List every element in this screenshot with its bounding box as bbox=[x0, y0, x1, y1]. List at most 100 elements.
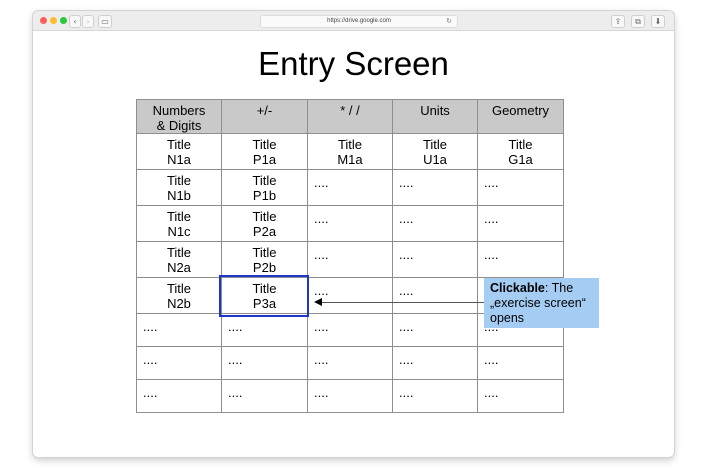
tabs-icon[interactable]: ⧉ bbox=[631, 15, 645, 28]
cell-text: .... bbox=[314, 319, 329, 334]
cell-text: .... bbox=[399, 175, 414, 190]
exercise-title-cell[interactable]: Title N2a bbox=[136, 241, 222, 278]
cell-text: N1c bbox=[167, 224, 191, 239]
cell-text: .... bbox=[484, 211, 499, 226]
minimize-window-button[interactable] bbox=[50, 17, 57, 24]
cell-text: G1a bbox=[508, 152, 533, 167]
table-cell: .... bbox=[392, 169, 478, 206]
cell-text: N1b bbox=[167, 188, 191, 203]
cell-text: .... bbox=[143, 385, 158, 400]
cell-text: Title bbox=[166, 209, 192, 224]
cell-text: .... bbox=[314, 175, 329, 190]
cell-text: P1b bbox=[252, 188, 277, 203]
selected-cell-highlight[interactable] bbox=[219, 275, 309, 317]
column-header: Units bbox=[392, 99, 478, 134]
cell-text: M1a bbox=[337, 152, 363, 167]
table-cell: .... bbox=[307, 313, 393, 347]
cell-text: .... bbox=[314, 352, 329, 367]
table-row: Title N2a Title P2b............ bbox=[136, 241, 564, 278]
share-icon[interactable]: ⇪ bbox=[611, 15, 625, 28]
column-header: * / / bbox=[307, 99, 393, 134]
table-row: .................... bbox=[136, 379, 564, 413]
download-icon[interactable]: ⬇ bbox=[651, 15, 665, 28]
table-row: Title N1a Title P1a Title M1a Title U1a Title G1a bbox=[136, 133, 564, 170]
column-header-label: Units bbox=[420, 103, 450, 118]
close-window-button[interactable] bbox=[40, 17, 47, 24]
table-cell: .... bbox=[392, 277, 478, 314]
cell-text: .... bbox=[314, 283, 329, 298]
callout-note: Clickable: The „exercise screen“ opens bbox=[484, 278, 599, 328]
browser-toolbar: ‹ › ▭ https://drive.google.com ↻ ⇪ ⧉ ⬇ bbox=[33, 11, 674, 31]
exercise-title-cell[interactable]: Title M1a bbox=[307, 133, 393, 170]
exercise-title-cell[interactable]: Title G1a bbox=[477, 133, 564, 170]
table-cell: .... bbox=[307, 205, 393, 242]
cell-text: .... bbox=[399, 319, 414, 334]
table-cell: .... bbox=[221, 379, 308, 413]
table-cell: .... bbox=[307, 169, 393, 206]
cell-text: P2b bbox=[252, 260, 277, 275]
cell-text: Title bbox=[252, 209, 277, 224]
table-cell: .... bbox=[136, 346, 222, 380]
reload-icon[interactable]: ↻ bbox=[446, 16, 452, 27]
cell-text: Title bbox=[166, 137, 192, 152]
callout-arrow-icon bbox=[314, 298, 322, 306]
table-cell: .... bbox=[392, 346, 478, 380]
zoom-window-button[interactable] bbox=[60, 17, 67, 24]
cell-text: P2a bbox=[252, 224, 277, 239]
cell-text: Title bbox=[508, 137, 533, 152]
cell-text: N2b bbox=[167, 296, 191, 311]
cell-text: .... bbox=[399, 283, 414, 298]
cell-text: Title bbox=[166, 281, 192, 296]
table-cell: .... bbox=[307, 241, 393, 278]
table-row: Title N1b Title P1b............ bbox=[136, 169, 564, 206]
address-bar[interactable]: https://drive.google.com ↻ bbox=[260, 15, 458, 28]
cell-text: Title bbox=[166, 173, 192, 188]
column-header-label: Geometry bbox=[491, 103, 550, 118]
exercise-title-cell[interactable]: Title N2b bbox=[136, 277, 222, 314]
column-header-label: +/- bbox=[256, 103, 273, 118]
cell-text: .... bbox=[143, 352, 158, 367]
column-header: Geometry bbox=[477, 99, 564, 134]
cell-text: N2a bbox=[167, 260, 191, 275]
cell-text: .... bbox=[399, 211, 414, 226]
exercise-title-cell[interactable]: Title U1a bbox=[392, 133, 478, 170]
callout-bold-text: Clickable bbox=[490, 281, 545, 295]
column-header-label: * / / bbox=[340, 103, 360, 118]
cell-text: U1a bbox=[423, 152, 447, 167]
cell-text: .... bbox=[484, 247, 499, 262]
table-cell: .... bbox=[392, 241, 478, 278]
callout-arrow-line bbox=[321, 302, 485, 303]
cell-text: .... bbox=[484, 175, 499, 190]
exercise-title-cell[interactable]: Title N1b bbox=[136, 169, 222, 206]
exercise-title-cell[interactable]: Title P2b bbox=[221, 241, 308, 278]
url-text: https://drive.google.com bbox=[327, 18, 391, 24]
exercise-title-cell[interactable]: Title N1a bbox=[136, 133, 222, 170]
cell-text: P1a bbox=[252, 152, 277, 167]
cell-text: .... bbox=[314, 247, 329, 262]
cell-text: .... bbox=[228, 319, 243, 334]
table-cell: .... bbox=[136, 379, 222, 413]
back-icon[interactable]: ‹ bbox=[69, 15, 81, 28]
cell-text: .... bbox=[484, 385, 499, 400]
table-cell: .... bbox=[136, 313, 222, 347]
cell-text: N1a bbox=[167, 152, 191, 167]
cell-text: Title bbox=[252, 137, 277, 152]
sidebar-icon[interactable]: ▭ bbox=[98, 15, 112, 28]
exercise-title-cell[interactable]: Title P2a bbox=[221, 205, 308, 242]
cell-text: .... bbox=[314, 211, 329, 226]
table-header-row: Numbers & Digits +/- * / / Units Geometry bbox=[136, 99, 564, 134]
table-cell: .... bbox=[477, 346, 564, 380]
column-header-label: & Digits bbox=[156, 118, 202, 133]
table-cell: .... bbox=[477, 379, 564, 413]
forward-icon[interactable]: › bbox=[82, 15, 94, 28]
table-cell: .... bbox=[477, 241, 564, 278]
exercise-title-cell[interactable]: Title P1b bbox=[221, 169, 308, 206]
column-header-label: Numbers bbox=[152, 103, 206, 118]
exercise-title-cell[interactable]: Title P1a bbox=[221, 133, 308, 170]
cell-text: .... bbox=[314, 385, 329, 400]
table-cell: .... bbox=[221, 313, 308, 347]
cell-text: .... bbox=[399, 247, 414, 262]
cell-text: .... bbox=[228, 385, 243, 400]
cell-text: Title bbox=[422, 137, 448, 152]
exercise-title-cell[interactable]: Title N1c bbox=[136, 205, 222, 242]
